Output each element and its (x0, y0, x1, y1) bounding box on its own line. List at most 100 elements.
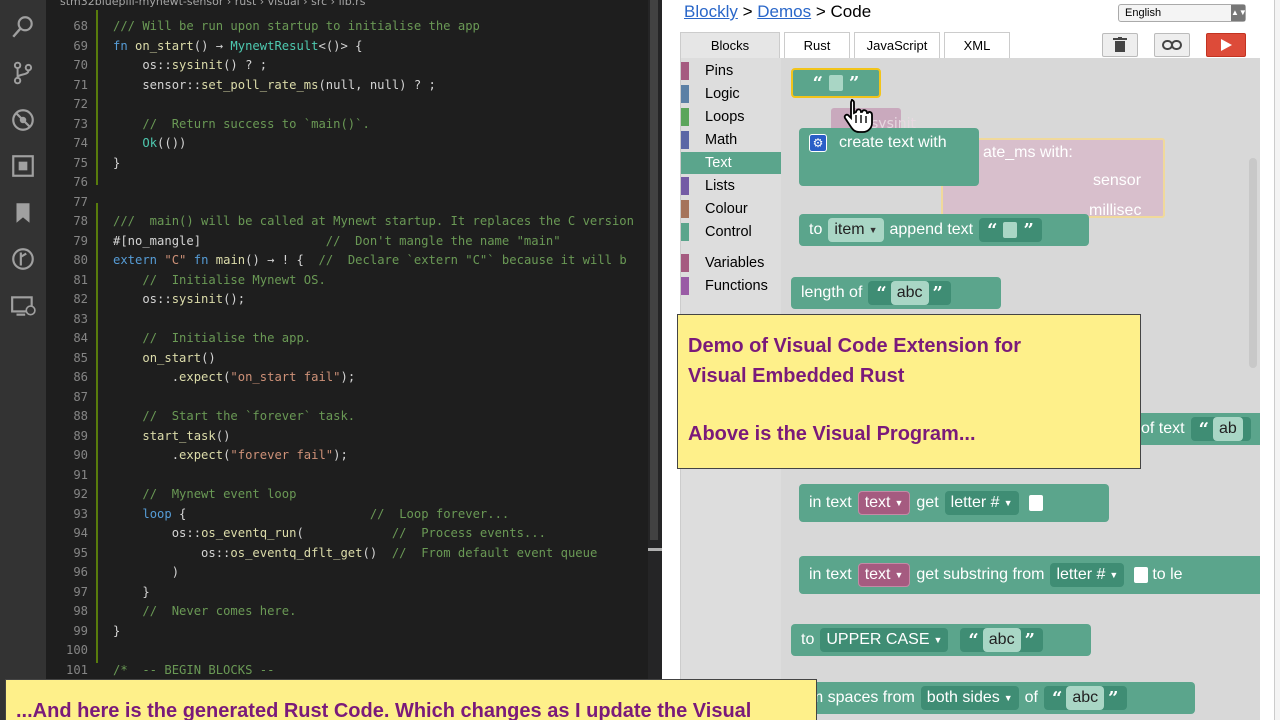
line-number: 69 (73, 38, 88, 53)
line-number: 79 (73, 233, 88, 248)
extensions-icon[interactable] (8, 151, 38, 181)
mutator-gear-icon[interactable]: ⚙ (809, 134, 827, 152)
code-line[interactable]: 100 (46, 641, 662, 661)
toolbox-item-loops[interactable]: Loops (681, 106, 781, 128)
debug-icon[interactable] (8, 105, 38, 135)
from-input-hole[interactable] (1134, 567, 1149, 583)
text-input-hole[interactable] (829, 75, 843, 91)
toolbox-item-functions[interactable]: Functions (681, 275, 781, 297)
text-abc-block[interactable]: “abc” (1044, 686, 1127, 710)
code-line[interactable]: 101/* -- BEGIN BLOCKS -- (46, 661, 662, 681)
tab-xml[interactable]: XML (944, 32, 1010, 58)
code-line[interactable]: 75} (46, 154, 662, 174)
length-of-block[interactable]: length of “abc” (791, 277, 1001, 309)
variable-item-dropdown[interactable]: item ▼ (828, 218, 884, 242)
text-ab-block[interactable]: “ab (1190, 417, 1251, 441)
code-line[interactable]: 79 #[no_mangle] // Don't mangle the name … (46, 232, 662, 252)
toolbox-item-text[interactable]: Text (681, 152, 781, 174)
code-line[interactable]: 85 on_start() (46, 349, 662, 369)
index-input-hole[interactable] (1028, 495, 1043, 511)
toolbox-item-lists[interactable]: Lists (681, 175, 781, 197)
remote-explorer-icon[interactable] (8, 291, 38, 321)
bookmark-icon[interactable] (8, 198, 38, 228)
code-line[interactable]: 97 } (46, 583, 662, 603)
code-line[interactable]: 84 // Initialise the app. (46, 329, 662, 349)
code-line[interactable]: 98 // Never comes here. (46, 602, 662, 622)
code-line[interactable]: 83 (46, 310, 662, 330)
get-letter-block[interactable]: in text text ▼ get letter # ▼ (799, 484, 1109, 522)
code-line[interactable]: 91 (46, 466, 662, 486)
category-color-swatch (681, 154, 689, 172)
toolbox-item-variables[interactable]: Variables (681, 252, 781, 274)
code-line[interactable]: 78/// main() will be called at Mynewt st… (46, 212, 662, 232)
code-line[interactable]: 90 .expect("forever fail"); (46, 446, 662, 466)
flyout-scrollbar[interactable] (1249, 158, 1257, 368)
get-substring-block[interactable]: in text text ▼ get substring from letter … (799, 556, 1260, 594)
text-abc-block[interactable]: “abc” (868, 281, 951, 305)
code-editor[interactable]: stm32bluepill-mynewt-sensor › rust › vis… (46, 0, 662, 720)
trim-spaces-block[interactable]: rim spaces from both sides ▼ of “abc” (791, 682, 1195, 714)
text-abc-block[interactable]: “abc” (960, 628, 1043, 652)
code-line[interactable]: 77 (46, 193, 662, 213)
line-number: 74 (73, 136, 88, 150)
code-line[interactable]: 94 os::os_eventq_run( // Process events.… (46, 524, 662, 544)
code-line[interactable]: 70 os::sysinit() ? ; (46, 56, 662, 76)
trash-icon (1113, 37, 1127, 52)
code-line[interactable]: 81 // Initialise Mynewt OS. (46, 271, 662, 291)
code-line[interactable]: 73 // Return success to `main()`. (46, 115, 662, 135)
dropdown-arrow-icon: ▼ (894, 570, 904, 580)
blockly-link[interactable]: Blockly (684, 2, 738, 21)
link-button[interactable] (1154, 33, 1190, 57)
run-button[interactable] (1206, 33, 1246, 57)
tab-rust[interactable]: Rust (784, 32, 850, 58)
breadcrumb[interactable]: stm32bluepill-mynewt-sensor › rust › vis… (60, 0, 365, 9)
search-icon[interactable] (8, 12, 38, 42)
index-of-block[interactable]: of text “ab (1131, 413, 1260, 445)
trim-side-dropdown[interactable]: both sides ▼ (920, 686, 1019, 710)
code-line[interactable]: 69 fn on_start() → MynewtResult<()> { (46, 37, 662, 57)
code-line[interactable]: 92 // Mynewt event loop (46, 485, 662, 505)
code-line[interactable]: 86 .expect("on_start fail"); (46, 368, 662, 388)
create-text-with-block[interactable]: ⚙ create text with (799, 128, 979, 186)
code-line[interactable]: 89 start_task() (46, 427, 662, 447)
demos-link[interactable]: Demos (757, 2, 811, 21)
dropdown-arrow-icon: ▼ (868, 225, 878, 235)
toolbox-item-math[interactable]: Math (681, 129, 781, 151)
append-text-block[interactable]: to item ▼ append text “” (799, 214, 1089, 246)
case-dropdown[interactable]: UPPER CASE ▼ (820, 628, 949, 652)
git-history-icon[interactable] (8, 244, 38, 274)
text-variable-dropdown[interactable]: text ▼ (857, 491, 911, 515)
dropdown-arrow-icon: ▼ (933, 635, 943, 645)
tab-blocks[interactable]: Blocks (680, 32, 780, 58)
code-line[interactable]: 74 Ok(()) (46, 134, 662, 154)
scroll-thumb[interactable] (650, 0, 658, 540)
code-line[interactable]: 93 loop { // Loop forever... (46, 505, 662, 525)
letter-mode-dropdown[interactable]: letter # ▼ (944, 491, 1019, 515)
code-line[interactable]: 80 extern "C" fn main() → ! { // Declare … (46, 251, 662, 271)
code-line[interactable]: 76 (46, 173, 662, 193)
language-select[interactable]: English ▲▼ (1118, 4, 1247, 22)
toolbox-label: Loops (705, 109, 745, 125)
text-block-selected[interactable]: “” (791, 68, 881, 98)
text-value-block[interactable]: “” (979, 218, 1042, 242)
trash-button[interactable] (1102, 33, 1138, 57)
code-line[interactable]: 96 ) (46, 563, 662, 583)
code-line[interactable]: 71 sensor::set_poll_rate_ms(null, null) … (46, 76, 662, 96)
text-variable-dropdown[interactable]: text ▼ (857, 563, 911, 587)
code-line[interactable]: 88 // Start the `forever` task. (46, 407, 662, 427)
source-control-icon[interactable] (8, 58, 38, 88)
code-line[interactable]: 72 (46, 95, 662, 115)
code-line[interactable]: 95 os::os_eventq_dflt_get() // From defa… (46, 544, 662, 564)
code-line[interactable]: 87 (46, 388, 662, 408)
code-line[interactable]: 99} (46, 622, 662, 642)
substring-from-dropdown[interactable]: letter # ▼ (1050, 563, 1125, 587)
toolbox-item-pins[interactable]: Pins (681, 60, 781, 82)
toolbox-label: Logic (705, 86, 740, 102)
tab-javascript[interactable]: JavaScript (854, 32, 940, 58)
toolbox-item-control[interactable]: Control (681, 221, 781, 243)
toolbox-item-colour[interactable]: Colour (681, 198, 781, 220)
code-line[interactable]: 82 os::sysinit(); (46, 290, 662, 310)
code-line[interactable]: 68/// Will be run upon startup to initia… (46, 17, 662, 37)
change-case-block[interactable]: to UPPER CASE ▼ “abc” (791, 624, 1091, 656)
toolbox-item-logic[interactable]: Logic (681, 83, 781, 105)
